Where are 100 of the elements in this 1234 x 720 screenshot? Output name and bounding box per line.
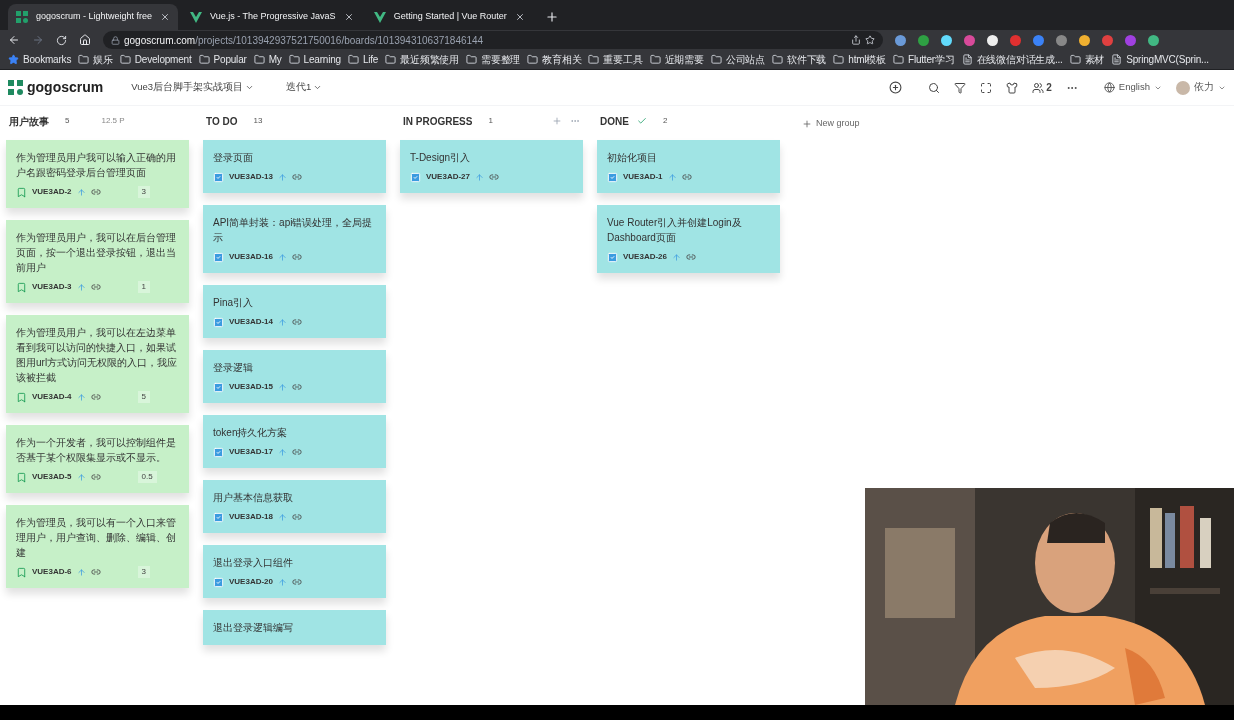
folder-icon	[78, 54, 90, 65]
card-id: VUE3AD-4	[32, 391, 72, 403]
priority-up-icon	[76, 282, 86, 292]
story-icon	[16, 566, 27, 578]
browser-tab[interactable]: gogoscrum - Lightweight free	[8, 4, 179, 30]
card-title: 登录页面	[213, 151, 254, 165]
filter-icon[interactable]	[954, 81, 967, 94]
add-icon[interactable]	[889, 81, 903, 94]
column-title: DONE	[600, 114, 629, 129]
story-card[interactable]: API简单封装：api错误处理，全局提示 VUE3AD-16	[203, 205, 386, 273]
card-title: 作为一个开发者，我可以控制组件是否基于某个权限集显示或不显示。	[16, 436, 177, 465]
story-card[interactable]: 作为管理员，我可以有一个入口来管理用户，用户查询、删除、编辑、创建 VUE3AD-6 3	[6, 505, 189, 588]
home-icon[interactable]	[79, 34, 91, 46]
priority-up-icon	[76, 567, 86, 577]
bookmark-item[interactable]: Bookmarks	[8, 52, 72, 67]
link-icon	[90, 187, 101, 197]
new-group-button[interactable]: New group	[802, 117, 860, 131]
story-card[interactable]: 退出登录逻辑编写	[203, 610, 386, 645]
bookmark-item[interactable]: 近期需要	[649, 52, 704, 67]
priority-up-icon	[278, 172, 287, 182]
project-dropdown[interactable]: Vue3后台脚手架实战项目	[131, 80, 255, 95]
card-title: API简单封装：api错误处理，全局提示	[213, 216, 374, 245]
story-card[interactable]: Pina引入 VUE3AD-14	[203, 285, 386, 338]
story-card[interactable]: T-Design引入 VUE3AD-27	[400, 140, 583, 193]
bookmark-item[interactable]: 教育相关	[527, 52, 582, 67]
link-icon	[292, 317, 302, 327]
column-count: 1	[488, 115, 493, 127]
folder-icon	[466, 54, 478, 65]
new-tab-icon[interactable]	[544, 10, 559, 24]
close-icon[interactable]	[160, 12, 171, 22]
close-icon[interactable]	[343, 12, 354, 22]
story-card[interactable]: 登录逻辑 VUE3AD-15	[203, 350, 386, 403]
bookmark-item[interactable]: 公司站点	[710, 52, 766, 67]
card-title: 作为管理员用户我可以输入正确的用户名跟密码登录后台管理页面	[16, 151, 177, 180]
story-points: 3	[137, 566, 151, 578]
card-title: Pina引入	[213, 296, 254, 310]
members-button[interactable]: 2	[1032, 80, 1052, 95]
card-id: VUE3AD-20	[229, 576, 273, 588]
story-icon	[16, 281, 27, 293]
browser-tab[interactable]: Vue.js - The Progressive JavaS	[182, 4, 362, 30]
bookmark-star-icon[interactable]	[865, 35, 875, 45]
user-menu[interactable]: 依力	[1176, 80, 1226, 95]
task-checkbox-icon	[607, 251, 618, 263]
story-card[interactable]: token持久化方案 VUE3AD-17	[203, 415, 386, 468]
story-card[interactable]: 登录页面 VUE3AD-13	[203, 140, 386, 193]
back-icon[interactable]	[8, 34, 20, 46]
extension-icon[interactable]	[895, 34, 906, 46]
task-checkbox-icon	[213, 171, 224, 183]
folder-icon	[198, 54, 210, 65]
link-icon	[292, 252, 302, 262]
bookmark-item[interactable]: Flutter学习	[892, 52, 955, 67]
card-title: 用户基本信息获取	[213, 491, 294, 505]
story-card[interactable]: 初始化项目 VUE3AD-1	[597, 140, 780, 193]
language-dropdown[interactable]: English	[1103, 80, 1162, 95]
extension-icon[interactable]	[941, 34, 952, 46]
bookmark-item[interactable]: 重要工具	[588, 52, 643, 67]
plus-icon	[802, 119, 812, 129]
story-card[interactable]: 作为一个开发者，我可以控制组件是否基于某个权限集显示或不显示。 VUE3AD-5 0.5	[6, 425, 189, 493]
grid-logo-icon	[16, 11, 28, 23]
bookmark-item[interactable]: Development	[119, 52, 192, 67]
link-icon	[489, 172, 499, 182]
sprint-dropdown[interactable]: 迭代1	[286, 80, 323, 95]
link-icon	[90, 472, 101, 482]
bookmark-item[interactable]: 素材	[1069, 52, 1105, 67]
bookmark-item[interactable]: 最近频繁使用	[385, 52, 460, 67]
browser-tab[interactable]: Getting Started | Vue Router	[365, 4, 533, 30]
bookmark-item[interactable]: Popular	[198, 52, 247, 67]
bookmark-item[interactable]: Learning	[288, 52, 341, 67]
app-logo[interactable]: gogoscrum	[27, 77, 104, 98]
extension-icon[interactable]	[1148, 34, 1159, 46]
extension-icon[interactable]	[1079, 34, 1090, 46]
search-icon[interactable]	[928, 81, 941, 94]
bookmark-item[interactable]: 需要整理	[466, 52, 521, 67]
bookmark-item[interactable]: 娱乐	[78, 52, 113, 67]
reload-icon[interactable]	[56, 34, 67, 46]
folder-icon	[347, 54, 359, 65]
fullscreen-icon[interactable]	[980, 81, 993, 94]
card-title: 初始化项目	[607, 151, 658, 165]
folder-icon	[119, 54, 131, 65]
share-icon[interactable]	[851, 35, 861, 45]
shirt-icon[interactable]	[1006, 81, 1019, 94]
link-icon	[90, 567, 101, 577]
address-bar[interactable]: gogoscrum.com/projects/1013942937521750016/boards/1013943106371846144	[103, 31, 883, 49]
bookmark-item[interactable]: My	[253, 52, 282, 67]
bookmark-item[interactable]: Life	[347, 52, 379, 67]
bookmark-item[interactable]: SpringMVC(Sprin...	[1111, 52, 1209, 67]
story-card[interactable]: Vue Router引入并创建Login及Dashboard页面 VUE3AD-26	[597, 205, 780, 273]
story-card[interactable]: 作为管理员用户，我可以在左边菜单看到我可以访问的快捷入口，如果试图用url方式访问无权限的入口，我应该被拦截 VUE3AD-4 5	[6, 315, 189, 413]
bookmark-item[interactable]: html模板	[833, 52, 886, 67]
bookmark-item[interactable]: 软件下载	[772, 52, 827, 67]
story-card[interactable]: 作为管理员用户，我可以在后台管理页面，按一个退出登录按钮，退出当前用户 VUE3AD-3 1	[6, 220, 189, 303]
task-checkbox-icon	[213, 511, 224, 523]
card-id: VUE3AD-18	[229, 511, 273, 523]
story-card[interactable]: 退出登录入口组件 VUE3AD-20	[203, 545, 386, 598]
story-card[interactable]: 作为管理员用户我可以输入正确的用户名跟密码登录后台管理页面 VUE3AD-2 3	[6, 140, 189, 208]
card-title: token持久化方案	[213, 426, 289, 440]
story-card[interactable]: 用户基本信息获取 VUE3AD-18	[203, 480, 386, 533]
close-icon[interactable]	[514, 12, 525, 22]
extension-icon[interactable]	[987, 34, 998, 46]
bookmark-item[interactable]: 在线微信对话生成...	[961, 52, 1063, 67]
